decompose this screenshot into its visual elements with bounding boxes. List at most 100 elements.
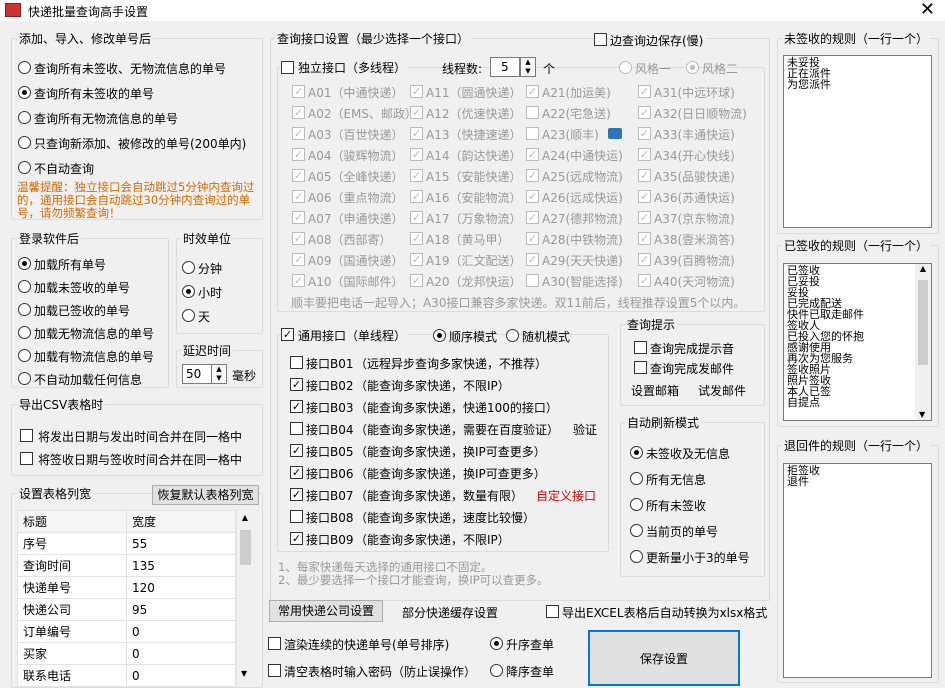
api-col1-checkbox-1[interactable] — [292, 106, 305, 119]
row-width-cell[interactable]: 55 — [126, 532, 236, 555]
add-option-radio-1[interactable] — [18, 86, 31, 99]
b-api-checkbox-1[interactable] — [290, 378, 303, 391]
set-mailbox-link[interactable]: 设置邮箱 — [631, 382, 679, 399]
api-col4-checkbox-6[interactable] — [638, 211, 651, 224]
api-col3-checkbox-1[interactable] — [526, 106, 539, 119]
login-option-radio-5[interactable] — [18, 372, 31, 385]
api-col3-checkbox-5[interactable] — [526, 190, 539, 203]
scroll-up-icon[interactable]: ▲ — [237, 513, 253, 522]
login-option-radio-4[interactable] — [18, 349, 31, 362]
save-while-query-checkbox[interactable] — [594, 33, 607, 46]
refresh-radio-0[interactable] — [630, 446, 643, 459]
api-col2-checkbox-8[interactable] — [410, 253, 423, 266]
api-col2-checkbox-7[interactable] — [410, 232, 423, 245]
b-api-checkbox-6[interactable] — [290, 488, 303, 501]
rand-mode-radio[interactable] — [506, 329, 519, 342]
threads-input[interactable]: 5 — [490, 57, 520, 77]
signed-rules-textarea[interactable]: 已签收 已妥投 妥投 已完成配送 快件已取走邮件 签收人 已投入您的怀抱 感谢使… — [783, 263, 932, 421]
threads-spinner[interactable]: ▲ ▼ — [520, 57, 536, 77]
refresh-radio-3[interactable] — [630, 524, 643, 537]
add-option-radio-4[interactable] — [18, 161, 31, 174]
style2-radio[interactable] — [686, 61, 699, 74]
row-width-cell[interactable]: 95 — [126, 598, 236, 621]
api-col4-checkbox-4[interactable] — [638, 169, 651, 182]
scroll-thumb[interactable] — [240, 530, 251, 565]
row-width-cell[interactable]: 0 — [126, 620, 236, 643]
api-col1-checkbox-9[interactable] — [292, 274, 305, 287]
api-col3-checkbox-4[interactable] — [526, 169, 539, 182]
api-col2-checkbox-2[interactable] — [410, 127, 423, 140]
clear-password-checkbox[interactable] — [268, 664, 281, 677]
signed-scrollbar[interactable]: ▲ ▼ — [915, 264, 931, 420]
api-col1-checkbox-6[interactable] — [292, 211, 305, 224]
desc-radio[interactable] — [490, 664, 503, 677]
api-col2-checkbox-6[interactable] — [410, 211, 423, 224]
verify-link[interactable]: 验证 — [573, 421, 597, 438]
row-width-cell[interactable]: 0 — [126, 642, 236, 665]
add-option-radio-0[interactable] — [18, 61, 31, 74]
login-option-radio-0[interactable] — [18, 257, 31, 270]
asc-radio[interactable] — [490, 637, 503, 650]
add-option-radio-2[interactable] — [18, 111, 31, 124]
time-unit-radio-0[interactable] — [182, 261, 195, 274]
api-col1-checkbox-7[interactable] — [292, 232, 305, 245]
api-col3-checkbox-6[interactable] — [526, 211, 539, 224]
prompt-mail-checkbox[interactable] — [634, 361, 647, 374]
api-col4-checkbox-1[interactable] — [638, 106, 651, 119]
time-unit-radio-2[interactable] — [182, 309, 195, 322]
api-col3-checkbox-7[interactable] — [526, 232, 539, 245]
b-api-checkbox-8[interactable] — [290, 532, 303, 545]
login-option-radio-2[interactable] — [18, 303, 31, 316]
api-col1-checkbox-8[interactable] — [292, 253, 305, 266]
api-col3-checkbox-0[interactable] — [526, 85, 539, 98]
login-option-radio-1[interactable] — [18, 280, 31, 293]
api-col4-checkbox-3[interactable] — [638, 148, 651, 161]
b-api-checkbox-0[interactable] — [290, 356, 303, 369]
refresh-radio-2[interactable] — [630, 498, 643, 511]
api-col4-checkbox-8[interactable] — [638, 253, 651, 266]
table-scrollbar[interactable]: ▲ ▼ — [236, 510, 253, 680]
api-col3-checkbox-9[interactable] — [526, 274, 539, 287]
signed-scroll-up-icon[interactable]: ▲ — [915, 264, 931, 273]
api-col2-checkbox-9[interactable] — [410, 274, 423, 287]
row-width-cell[interactable]: 120 — [126, 576, 236, 599]
signed-scroll-down-icon[interactable]: ▼ — [919, 410, 925, 419]
cache-settings-link[interactable]: 部分快递缓存设置 — [402, 604, 498, 621]
common-express-button[interactable]: 常用快递公司设置 — [269, 600, 383, 622]
api-col4-checkbox-2[interactable] — [638, 127, 651, 140]
style1-radio[interactable] — [619, 61, 632, 74]
api-col4-checkbox-0[interactable] — [638, 85, 651, 98]
api-col2-checkbox-5[interactable] — [410, 190, 423, 203]
excel-xlsx-checkbox[interactable] — [546, 605, 559, 618]
api-col1-checkbox-4[interactable] — [292, 169, 305, 182]
api-col2-checkbox-0[interactable] — [410, 85, 423, 98]
refresh-radio-4[interactable] — [630, 550, 643, 563]
api-col3-checkbox-2[interactable] — [526, 127, 539, 140]
b-api-checkbox-2[interactable] — [290, 400, 303, 413]
reset-width-button[interactable]: 恢复默认表格列宽 — [152, 485, 259, 505]
api-col4-checkbox-5[interactable] — [638, 190, 651, 203]
unsigned-rules-textarea[interactable]: 未妥投 正在派件 为您派件 — [783, 55, 932, 228]
api-col1-checkbox-2[interactable] — [292, 127, 305, 140]
save-settings-button[interactable]: 保存设置 — [588, 630, 740, 686]
api-col1-checkbox-5[interactable] — [292, 190, 305, 203]
csv-merge-send-checkbox[interactable] — [20, 429, 33, 442]
custom-api-link[interactable]: 自定义接口 — [536, 487, 596, 504]
b-api-checkbox-4[interactable] — [290, 444, 303, 457]
api-col2-checkbox-4[interactable] — [410, 169, 423, 182]
api-col1-checkbox-0[interactable] — [292, 85, 305, 98]
delay-spinner[interactable]: ▲ ▼ — [211, 364, 227, 384]
row-width-cell[interactable]: 135 — [126, 554, 236, 577]
seq-mode-radio[interactable] — [433, 329, 446, 342]
b-api-checkbox-3[interactable] — [290, 422, 303, 435]
api-col4-checkbox-9[interactable] — [638, 274, 651, 287]
signed-scroll-thumb[interactable] — [918, 280, 928, 365]
login-option-radio-3[interactable] — [18, 326, 31, 339]
delay-input[interactable]: 50 — [182, 364, 212, 384]
close-button[interactable]: ✕ — [920, 0, 935, 20]
render-checkbox[interactable] — [268, 637, 281, 650]
independent-checkbox[interactable] — [281, 61, 294, 74]
time-unit-radio-1[interactable] — [182, 285, 195, 298]
api-col1-checkbox-3[interactable] — [292, 148, 305, 161]
api-col2-checkbox-1[interactable] — [410, 106, 423, 119]
